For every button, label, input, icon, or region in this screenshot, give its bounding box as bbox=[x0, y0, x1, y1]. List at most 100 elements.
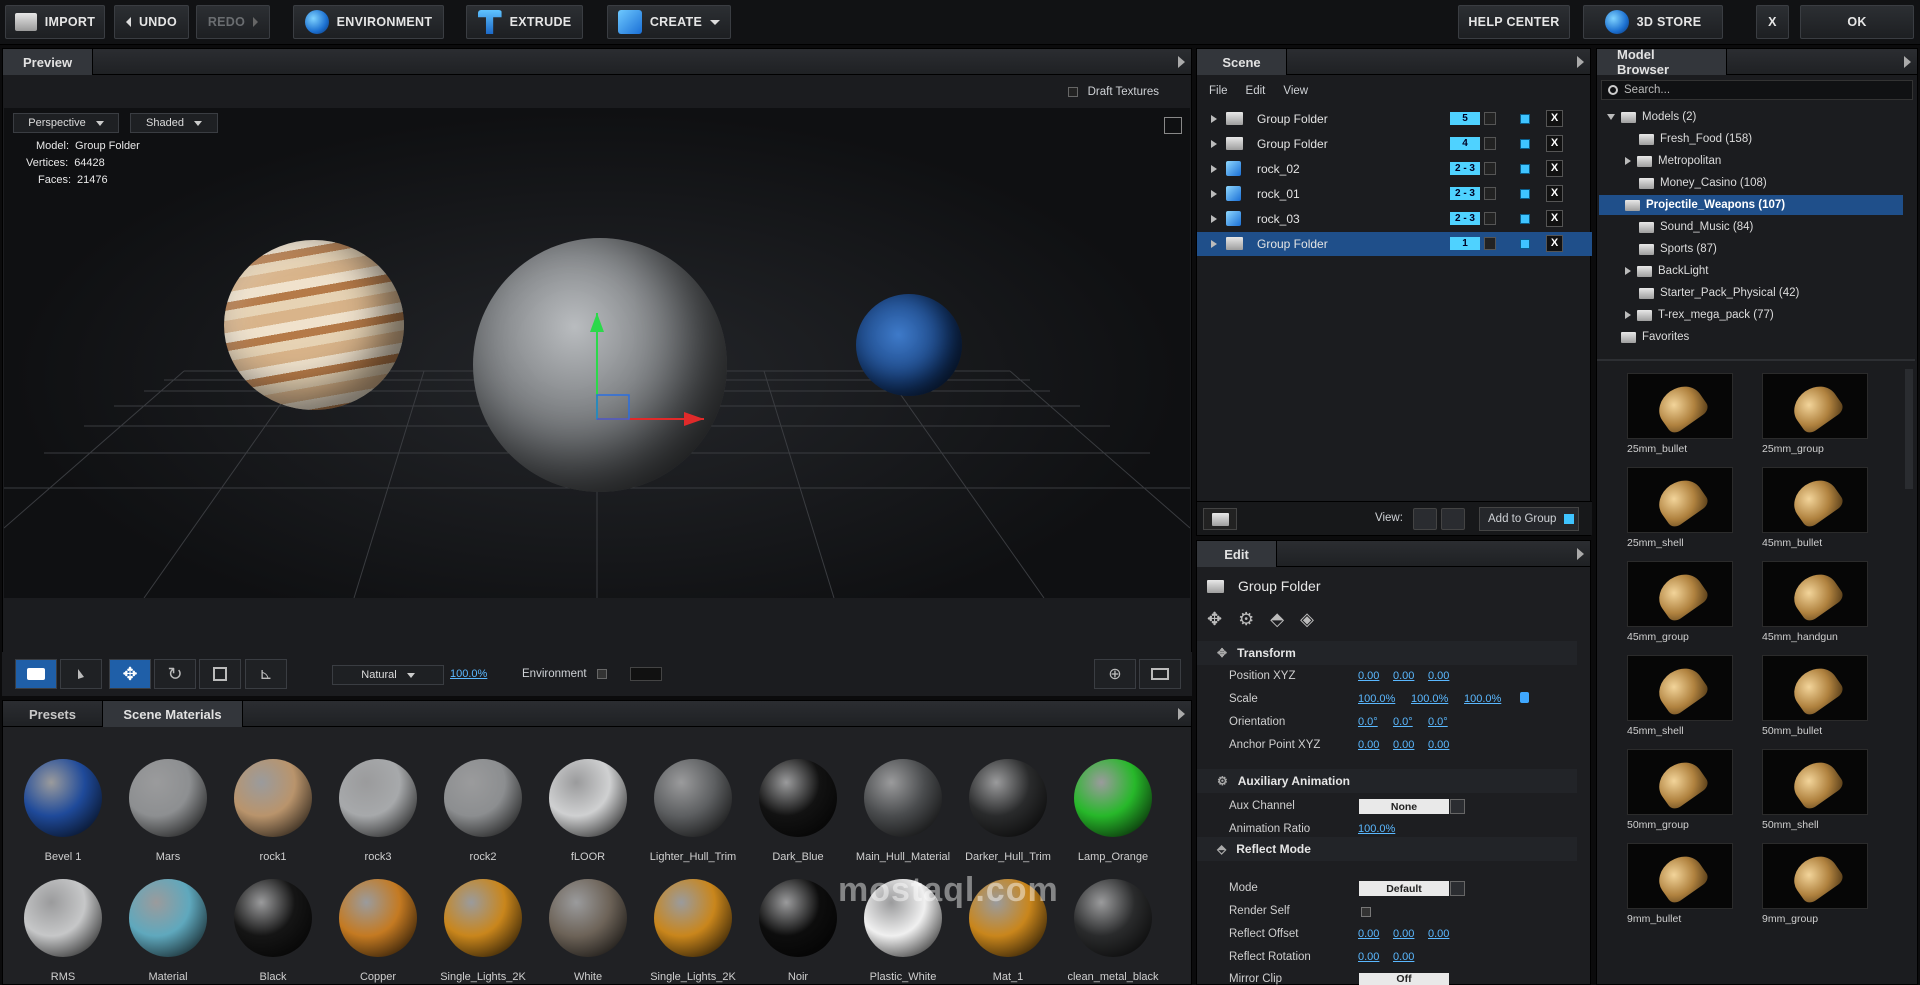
delete-icon[interactable]: X bbox=[1546, 235, 1563, 252]
position-z[interactable]: 0.00 bbox=[1428, 670, 1449, 682]
layer-badge[interactable]: 2 - 3 bbox=[1450, 162, 1480, 175]
visibility-icon[interactable] bbox=[1520, 139, 1530, 149]
zoom-value[interactable]: 100.0% bbox=[450, 668, 487, 680]
camera-dropdown[interactable]: Perspective bbox=[13, 113, 119, 133]
orientation-z[interactable]: 0.0° bbox=[1428, 716, 1448, 728]
model-thumbnail[interactable] bbox=[1762, 561, 1868, 627]
scene-row[interactable]: Group Folder 1 X bbox=[1197, 232, 1592, 256]
transform-gizmo[interactable] bbox=[4, 108, 1190, 598]
expand-arrow-icon[interactable] bbox=[1178, 56, 1185, 68]
move-icon[interactable]: ✥ bbox=[1207, 609, 1222, 630]
material-swatch[interactable] bbox=[129, 879, 207, 957]
anchor-y[interactable]: 0.00 bbox=[1393, 739, 1414, 751]
new-folder-icon[interactable] bbox=[1203, 508, 1237, 530]
material-swatch[interactable] bbox=[129, 759, 207, 837]
tree-item[interactable]: Sports (87) bbox=[1625, 239, 1717, 259]
tab-presets[interactable]: Presets bbox=[3, 701, 103, 727]
expand-icon[interactable] bbox=[1211, 240, 1217, 248]
model-thumbnail[interactable] bbox=[1627, 467, 1733, 533]
diamond-icon[interactable]: ◈ bbox=[1300, 609, 1314, 630]
ok-button[interactable]: OK bbox=[1800, 5, 1914, 39]
material-swatch[interactable] bbox=[549, 879, 627, 957]
expand-icon[interactable] bbox=[1211, 190, 1217, 198]
chevron-down-icon[interactable] bbox=[1484, 137, 1496, 150]
orientation-y[interactable]: 0.0° bbox=[1393, 716, 1413, 728]
menu-edit[interactable]: Edit bbox=[1246, 85, 1266, 97]
reflect-icon[interactable]: ⬘ bbox=[1270, 609, 1284, 630]
chevron-down-icon[interactable] bbox=[1484, 237, 1496, 250]
material-swatch[interactable] bbox=[24, 759, 102, 837]
chevron-down-icon[interactable] bbox=[1607, 114, 1615, 120]
environment-button[interactable]: ENVIRONMENT bbox=[293, 5, 444, 39]
camera-tool-icon[interactable] bbox=[15, 659, 57, 689]
visibility-icon[interactable] bbox=[1520, 189, 1530, 199]
reflect-offset-x[interactable]: 0.00 bbox=[1358, 928, 1379, 940]
layer-badge[interactable]: 5 bbox=[1450, 112, 1480, 125]
environment-swatch[interactable] bbox=[630, 667, 662, 681]
material-swatch[interactable] bbox=[444, 759, 522, 837]
delete-icon[interactable]: X bbox=[1546, 160, 1563, 177]
chevron-down-icon[interactable] bbox=[1484, 162, 1496, 175]
model-thumbnail[interactable] bbox=[1762, 373, 1868, 439]
3d-store-button[interactable]: 3D STORE bbox=[1583, 5, 1723, 39]
tree-item[interactable]: Models (2) bbox=[1607, 107, 1696, 127]
layer-badge[interactable]: 4 bbox=[1450, 137, 1480, 150]
undo-button[interactable]: UNDO bbox=[114, 5, 189, 39]
reflect-offset-z[interactable]: 0.00 bbox=[1428, 928, 1449, 940]
search-field[interactable]: Search... bbox=[1601, 80, 1913, 100]
tree-item[interactable]: Projectile_Weapons (107) bbox=[1599, 195, 1903, 215]
layer-badge[interactable]: 2 - 3 bbox=[1450, 212, 1480, 225]
anchor-x[interactable]: 0.00 bbox=[1358, 739, 1379, 751]
reflect-offset-y[interactable]: 0.00 bbox=[1393, 928, 1414, 940]
tree-item[interactable]: Metropolitan bbox=[1625, 151, 1721, 171]
model-thumbnail[interactable] bbox=[1762, 655, 1868, 721]
expand-arrow-icon[interactable] bbox=[1577, 56, 1584, 68]
menu-file[interactable]: File bbox=[1209, 85, 1228, 97]
material-swatch[interactable] bbox=[969, 759, 1047, 837]
create-button[interactable]: CREATE bbox=[607, 5, 731, 39]
reflect-rotation-y[interactable]: 0.00 bbox=[1393, 951, 1414, 963]
material-swatch[interactable] bbox=[234, 759, 312, 837]
scene-row[interactable]: Group Folder 5 X bbox=[1197, 107, 1592, 131]
expand-arrow-icon[interactable] bbox=[1577, 548, 1584, 560]
tab-preview[interactable]: Preview bbox=[3, 49, 94, 75]
tree-item[interactable]: BackLight bbox=[1625, 261, 1709, 281]
scene-row[interactable]: rock_02 2 - 3 X bbox=[1197, 157, 1592, 181]
model-thumbnail[interactable] bbox=[1627, 373, 1733, 439]
position-x[interactable]: 0.00 bbox=[1358, 670, 1379, 682]
scene-row[interactable]: rock_01 2 - 3 X bbox=[1197, 182, 1592, 206]
tree-item[interactable]: Starter_Pack_Physical (42) bbox=[1625, 283, 1799, 303]
chevron-down-icon[interactable] bbox=[1484, 187, 1496, 200]
chevron-right-icon[interactable] bbox=[1625, 267, 1631, 275]
material-swatch[interactable] bbox=[339, 759, 417, 837]
material-swatch[interactable] bbox=[549, 759, 627, 837]
material-swatch[interactable] bbox=[234, 879, 312, 957]
material-swatch[interactable] bbox=[339, 879, 417, 957]
scale-x[interactable]: 100.0% bbox=[1358, 693, 1395, 705]
material-swatch[interactable] bbox=[759, 879, 837, 957]
scale-y[interactable]: 100.0% bbox=[1411, 693, 1448, 705]
tree-item[interactable]: Fresh_Food (158) bbox=[1625, 129, 1752, 149]
target-icon[interactable]: ⊕ bbox=[1094, 659, 1136, 689]
anchor-z[interactable]: 0.00 bbox=[1428, 739, 1449, 751]
aux-channel-select[interactable]: None bbox=[1359, 799, 1449, 814]
chevron-down-icon[interactable] bbox=[1450, 799, 1465, 814]
expand-icon[interactable] bbox=[1211, 115, 1217, 123]
checkbox-icon[interactable] bbox=[1067, 87, 1078, 97]
transform-section[interactable]: ✥ Transform bbox=[1197, 641, 1577, 665]
visibility-icon[interactable] bbox=[1520, 164, 1530, 174]
scale-z[interactable]: 100.0% bbox=[1464, 693, 1501, 705]
monitor-icon[interactable] bbox=[1139, 659, 1181, 689]
tab-edit[interactable]: Edit bbox=[1197, 541, 1277, 567]
render-self-checkbox[interactable] bbox=[1361, 907, 1371, 917]
expand-icon[interactable] bbox=[1211, 165, 1217, 173]
menu-view[interactable]: View bbox=[1283, 85, 1308, 97]
add-to-group-button[interactable]: Add to Group bbox=[1479, 507, 1579, 531]
model-thumbnail[interactable] bbox=[1762, 467, 1868, 533]
model-thumbnail[interactable] bbox=[1762, 843, 1868, 909]
chevron-right-icon[interactable] bbox=[1625, 311, 1631, 319]
fullscreen-icon[interactable] bbox=[1164, 117, 1182, 134]
tree-item[interactable]: Money_Casino (108) bbox=[1625, 173, 1767, 193]
help-center-button[interactable]: HELP CENTER bbox=[1458, 5, 1570, 39]
visibility-icon[interactable] bbox=[1520, 214, 1530, 224]
